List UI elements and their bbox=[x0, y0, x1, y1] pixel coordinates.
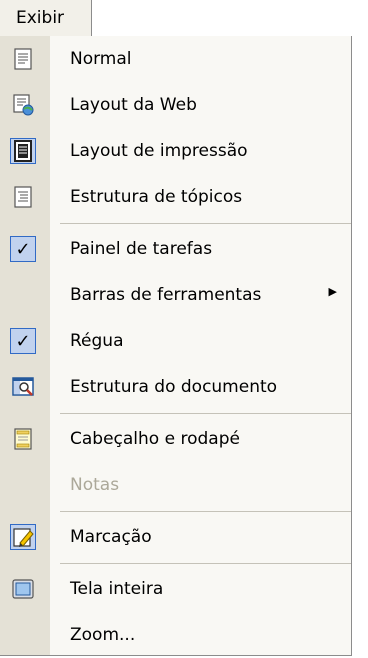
menu-item-label: Régua bbox=[70, 331, 124, 351]
menu-separator bbox=[60, 511, 351, 512]
menu-item-print-layout[interactable]: Layout de impressão bbox=[0, 128, 351, 174]
menu-item-outline[interactable]: Estrutura de tópicos bbox=[0, 174, 351, 220]
menu-item-label: Marcação bbox=[70, 527, 152, 547]
menu-item-label: Notas bbox=[70, 475, 120, 495]
menu-separator bbox=[60, 413, 351, 414]
menu-item-label: Layout de impressão bbox=[70, 141, 248, 161]
menu-item-label: Estrutura do documento bbox=[70, 377, 278, 397]
menu-item-document-map[interactable]: Estrutura do documento bbox=[0, 364, 351, 410]
document-map-icon bbox=[11, 375, 35, 399]
outline-view-icon bbox=[11, 185, 35, 209]
menu-item-markup[interactable]: Marcação bbox=[0, 514, 351, 560]
print-layout-icon bbox=[11, 139, 35, 163]
menu-item-label: Layout da Web bbox=[70, 95, 197, 115]
menu-item-header-footer[interactable]: Cabeçalho e rodapé bbox=[0, 416, 351, 462]
submenu-arrow-icon: ▶ bbox=[328, 285, 337, 298]
checkmark-icon: ✓ bbox=[10, 328, 36, 354]
menu-item-label: Normal bbox=[70, 49, 132, 69]
menu-item-label: Barras de ferramentas bbox=[70, 285, 262, 305]
menu-item-label: Cabeçalho e rodapé bbox=[70, 429, 240, 449]
markup-icon bbox=[11, 525, 35, 549]
header-footer-icon bbox=[11, 427, 35, 451]
web-layout-icon bbox=[11, 93, 35, 117]
menu-separator bbox=[60, 223, 351, 224]
menu-item-full-screen[interactable]: Tela inteira bbox=[0, 566, 351, 612]
menu-tab-label: Exibir bbox=[16, 8, 65, 28]
view-menu-dropdown: Normal Layout da Web Layout de impressão… bbox=[0, 36, 352, 656]
full-screen-icon bbox=[11, 577, 35, 601]
menu-item-label: Tela inteira bbox=[70, 579, 164, 599]
checkmark-icon: ✓ bbox=[10, 236, 36, 262]
normal-view-icon bbox=[11, 47, 35, 71]
menu-item-notes: Notas bbox=[0, 462, 351, 508]
menu-item-web-layout[interactable]: Layout da Web bbox=[0, 82, 351, 128]
menu-item-label: Painel de tarefas bbox=[70, 239, 213, 259]
menu-item-zoom[interactable]: Zoom... bbox=[0, 612, 351, 658]
menu-item-normal[interactable]: Normal bbox=[0, 36, 351, 82]
menu-item-label: Zoom... bbox=[70, 625, 136, 645]
menu-item-toolbars[interactable]: Barras de ferramentas ▶ bbox=[0, 272, 351, 318]
menu-separator bbox=[60, 563, 351, 564]
menu-item-task-pane[interactable]: ✓ Painel de tarefas bbox=[0, 226, 351, 272]
menu-item-label: Estrutura de tópicos bbox=[70, 187, 243, 207]
menu-tab-exibir[interactable]: Exibir bbox=[0, 0, 92, 36]
menu-item-ruler[interactable]: ✓ Régua bbox=[0, 318, 351, 364]
